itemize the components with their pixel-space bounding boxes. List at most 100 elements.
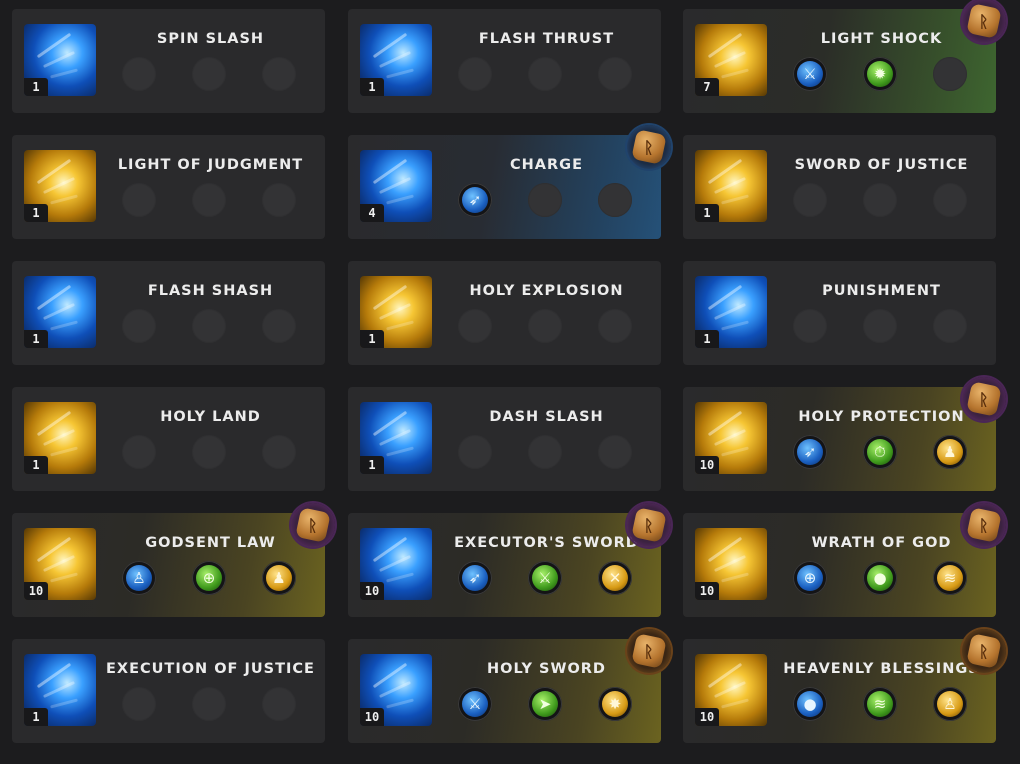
empty-tripod-slot[interactable] (598, 309, 632, 343)
tripod-slot[interactable]: ♙ (933, 687, 967, 721)
tripod-slot[interactable]: ● (793, 687, 827, 721)
skill-icon[interactable]: 1 (695, 150, 767, 222)
skill-card[interactable]: 1 DASH SLASH (348, 387, 661, 491)
skill-icon[interactable]: 1 (24, 276, 96, 348)
skill-icon[interactable]: 10 (360, 654, 432, 726)
empty-tripod-slot[interactable] (192, 183, 226, 217)
skill-card[interactable]: 1 EXECUTION OF JUSTICE (12, 639, 325, 743)
empty-tripod-slot[interactable] (933, 57, 967, 91)
rune-icon[interactable]: ᚱ (627, 503, 671, 547)
tripod-slot[interactable]: ⚔ (458, 687, 492, 721)
empty-tripod-slot[interactable] (262, 687, 296, 721)
skill-card[interactable]: 4 CHARGE ➶ ᚱ (348, 125, 671, 239)
rune-icon[interactable]: ᚱ (962, 503, 1006, 547)
empty-tripod-slot[interactable] (793, 309, 827, 343)
empty-tripod-slot[interactable] (863, 183, 897, 217)
tripod-slot[interactable]: ➶ (458, 561, 492, 595)
empty-tripod-slot[interactable] (598, 57, 632, 91)
empty-tripod-slot[interactable] (598, 435, 632, 469)
rune-icon[interactable]: ᚱ (627, 125, 671, 169)
tripod-slot[interactable]: ⊕ (192, 561, 226, 595)
empty-tripod-slot[interactable] (933, 309, 967, 343)
empty-tripod-slot[interactable] (528, 309, 562, 343)
empty-tripod-slot[interactable] (122, 687, 156, 721)
tripod-slot[interactable]: ≋ (863, 687, 897, 721)
tripod-slot[interactable]: ⚔ (793, 57, 827, 91)
skill-card[interactable]: 7 LIGHT SHOCK ⚔ ✹ ᚱ (683, 0, 1006, 113)
empty-tripod-slot[interactable] (528, 183, 562, 217)
skill-card[interactable]: 1 FLASH THRUST (348, 9, 661, 113)
tripod-slot[interactable]: ✹ (863, 57, 897, 91)
skill-card[interactable]: 1 SPIN SLASH (12, 9, 325, 113)
tripod-slot[interactable]: ♙ (122, 561, 156, 595)
skill-icon[interactable]: 10 (695, 654, 767, 726)
tripod-slot[interactable]: ✸ (598, 687, 632, 721)
skill-icon[interactable]: 1 (360, 402, 432, 474)
skill-icon[interactable]: 1 (24, 402, 96, 474)
tripod-slot[interactable]: ● (863, 561, 897, 595)
skill-card[interactable]: 1 LIGHT OF JUDGMENT (12, 135, 325, 239)
tripod-slot[interactable]: ➶ (458, 183, 492, 217)
empty-tripod-slot[interactable] (598, 183, 632, 217)
empty-tripod-slot[interactable] (192, 435, 226, 469)
empty-tripod-slot[interactable] (122, 57, 156, 91)
skill-icon[interactable]: 1 (360, 276, 432, 348)
rune-stone-icon: ᚱ (631, 507, 667, 543)
tripod-slot[interactable]: ➶ (793, 435, 827, 469)
skill-card[interactable]: 10 HOLY PROTECTION ➶ ⏱ ♟ ᚱ (683, 377, 1006, 491)
empty-tripod-slot[interactable] (122, 183, 156, 217)
skill-card[interactable]: 1 SWORD OF JUSTICE (683, 135, 996, 239)
tripod-slot[interactable]: ⚔ (528, 561, 562, 595)
empty-tripod-slot[interactable] (262, 309, 296, 343)
skill-icon[interactable]: 1 (24, 24, 96, 96)
skill-card[interactable]: 1 PUNISHMENT (683, 261, 996, 365)
rune-icon[interactable]: ᚱ (962, 377, 1006, 421)
empty-tripod-slot[interactable] (122, 435, 156, 469)
skill-icon[interactable]: 1 (24, 150, 96, 222)
skill-icon[interactable]: 10 (24, 528, 96, 600)
empty-tripod-slot[interactable] (458, 435, 492, 469)
empty-tripod-slot[interactable] (262, 57, 296, 91)
skill-card[interactable]: 10 HOLY SWORD ⚔ ➤ ✸ ᚱ (348, 629, 671, 743)
skill-icon[interactable]: 10 (695, 402, 767, 474)
skill-icon[interactable]: 10 (360, 528, 432, 600)
rune-icon[interactable]: ᚱ (962, 0, 1006, 43)
tripod-slot[interactable]: ⊕ (793, 561, 827, 595)
skill-icon[interactable]: 1 (695, 276, 767, 348)
skill-icon[interactable]: 1 (24, 654, 96, 726)
skill-name: HOLY PROTECTION (798, 409, 965, 425)
skill-card[interactable]: 10 HEAVENLY BLESSINGS ● ≋ ♙ ᚱ (683, 629, 1006, 743)
skill-icon[interactable]: 4 (360, 150, 432, 222)
tripod-slot[interactable]: ⏱ (863, 435, 897, 469)
empty-tripod-slot[interactable] (192, 57, 226, 91)
skill-card[interactable]: 1 HOLY EXPLOSION (348, 261, 661, 365)
empty-tripod-slot[interactable] (933, 183, 967, 217)
tripod-slot[interactable]: ✕ (598, 561, 632, 595)
skill-card[interactable]: 10 WRATH OF GOD ⊕ ● ≋ ᚱ (683, 503, 1006, 617)
empty-tripod-slot[interactable] (192, 687, 226, 721)
skill-card[interactable]: 1 FLASH SHASH (12, 261, 325, 365)
skill-icon[interactable]: 7 (695, 24, 767, 96)
rune-icon[interactable]: ᚱ (291, 503, 335, 547)
empty-tripod-slot[interactable] (528, 57, 562, 91)
tripod-slot[interactable]: ≋ (933, 561, 967, 595)
skill-icon[interactable]: 1 (360, 24, 432, 96)
skill-icon[interactable]: 10 (695, 528, 767, 600)
skill-card[interactable]: 1 HOLY LAND (12, 387, 325, 491)
empty-tripod-slot[interactable] (458, 309, 492, 343)
skill-card[interactable]: 10 GODSENT LAW ♙ ⊕ ♟ ᚱ (12, 503, 335, 617)
empty-tripod-slot[interactable] (122, 309, 156, 343)
empty-tripod-slot[interactable] (192, 309, 226, 343)
empty-tripod-slot[interactable] (793, 183, 827, 217)
tripod-slot[interactable]: ♟ (933, 435, 967, 469)
empty-tripod-slot[interactable] (528, 435, 562, 469)
tripod-slot[interactable]: ♟ (262, 561, 296, 595)
empty-tripod-slot[interactable] (262, 183, 296, 217)
empty-tripod-slot[interactable] (863, 309, 897, 343)
tripod-slot[interactable]: ➤ (528, 687, 562, 721)
skill-card[interactable]: 10 EXECUTOR'S SWORD ➶ ⚔ ✕ ᚱ (348, 503, 671, 617)
rune-icon[interactable]: ᚱ (627, 629, 671, 673)
empty-tripod-slot[interactable] (262, 435, 296, 469)
empty-tripod-slot[interactable] (458, 57, 492, 91)
rune-icon[interactable]: ᚱ (962, 629, 1006, 673)
